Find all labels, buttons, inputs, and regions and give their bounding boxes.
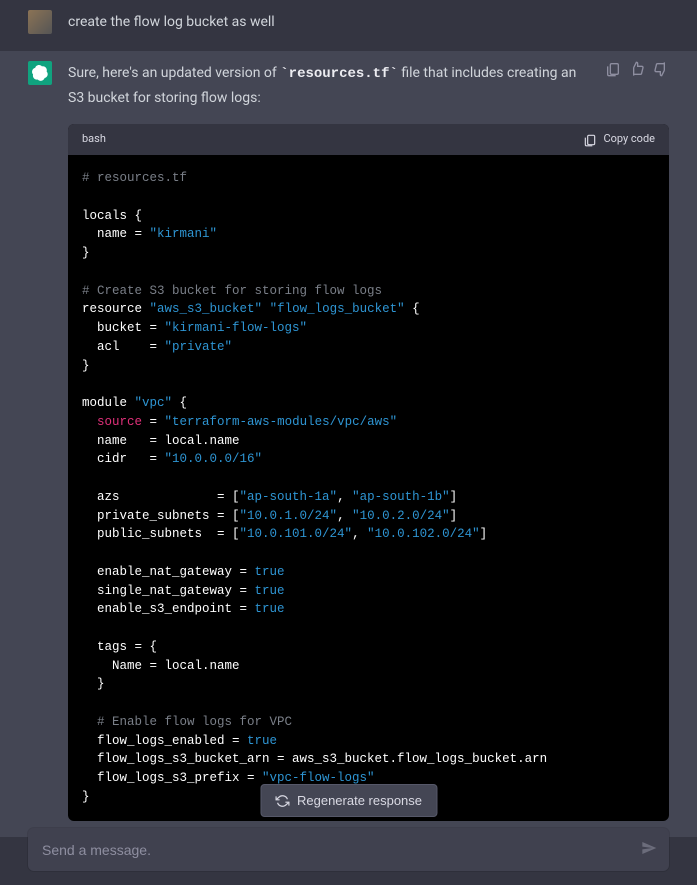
clipboard-icon [583,133,597,147]
intro-before: Sure, here's an updated version of [68,65,280,81]
message-actions [605,61,669,77]
user-avatar [28,10,52,34]
copy-code-button[interactable]: Copy code [583,130,655,149]
assistant-intro-text: Sure, here's an updated version of `reso… [68,62,588,111]
thumbs-down-icon[interactable] [653,61,669,77]
assistant-message-content: Sure, here's an updated version of `reso… [68,61,669,821]
message-input-container [28,828,669,871]
intro-inline-code: `resources.tf` [280,66,398,82]
refresh-icon [275,794,289,808]
assistant-message-row: Sure, here's an updated version of `reso… [0,51,697,837]
send-button[interactable] [641,840,657,860]
regenerate-button[interactable]: Regenerate response [260,784,437,817]
assistant-avatar [28,61,52,85]
message-input[interactable] [42,842,625,858]
copy-code-label: Copy code [603,130,655,149]
regenerate-label: Regenerate response [297,793,422,808]
thumbs-up-icon[interactable] [629,61,645,77]
code-block-header: bash Copy code [68,124,669,155]
send-icon [641,840,657,856]
clipboard-icon[interactable] [605,61,621,77]
user-message-row: create the flow log bucket as well [0,0,697,51]
code-lang-label: bash [82,130,106,149]
code-content[interactable]: # resources.tf locals { name = "kirmani"… [68,155,669,821]
code-block: bash Copy code # resources.tf locals { n… [68,124,669,820]
user-message-text: create the flow log bucket as well [68,10,669,35]
